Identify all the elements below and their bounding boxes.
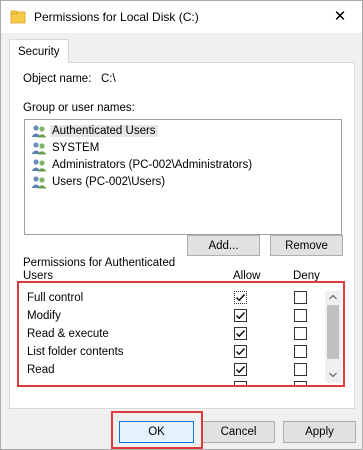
user-group-icon bbox=[31, 158, 47, 171]
add-button[interactable]: Add... bbox=[187, 235, 260, 256]
user-group-icon bbox=[31, 141, 47, 154]
object-name-label: Object name: bbox=[23, 73, 92, 85]
list-item[interactable]: SYSTEM bbox=[31, 139, 101, 156]
group-names-label: Group or user names: bbox=[23, 102, 135, 114]
user-group-icon bbox=[31, 124, 47, 137]
permissions-label: Permissions for Authenticated bbox=[23, 257, 176, 269]
close-button[interactable]: ✕ bbox=[318, 1, 362, 31]
permissions-dialog: Permissions for Local Disk (C:) ✕ Securi… bbox=[0, 0, 363, 450]
ok-highlight bbox=[111, 411, 203, 449]
list-item[interactable]: Authenticated Users bbox=[31, 122, 158, 139]
remove-button[interactable]: Remove bbox=[270, 235, 343, 256]
title-bar: Permissions for Local Disk (C:) ✕ bbox=[1, 1, 362, 33]
list-item[interactable]: Users (PC-002\Users) bbox=[31, 173, 167, 190]
cancel-button[interactable]: Cancel bbox=[202, 421, 275, 443]
list-item-label: Users (PC-002\Users) bbox=[52, 175, 166, 188]
list-item-label: Administrators (PC-002\Administrators) bbox=[52, 158, 253, 171]
list-item-label: Authenticated Users bbox=[50, 124, 158, 137]
permissions-highlight bbox=[17, 281, 345, 387]
tab-security[interactable]: Security bbox=[9, 39, 69, 63]
list-item[interactable]: Administrators (PC-002\Administrators) bbox=[31, 156, 254, 173]
window-title: Permissions for Local Disk (C:) bbox=[34, 10, 199, 24]
group-names-list[interactable]: Authenticated Users SYSTEM Administrator… bbox=[24, 119, 342, 235]
folder-icon bbox=[10, 10, 26, 24]
user-group-icon bbox=[31, 175, 47, 188]
apply-button[interactable]: Apply bbox=[283, 421, 356, 443]
list-item-label: SYSTEM bbox=[52, 141, 100, 154]
object-name-value: C:\ bbox=[101, 73, 116, 85]
